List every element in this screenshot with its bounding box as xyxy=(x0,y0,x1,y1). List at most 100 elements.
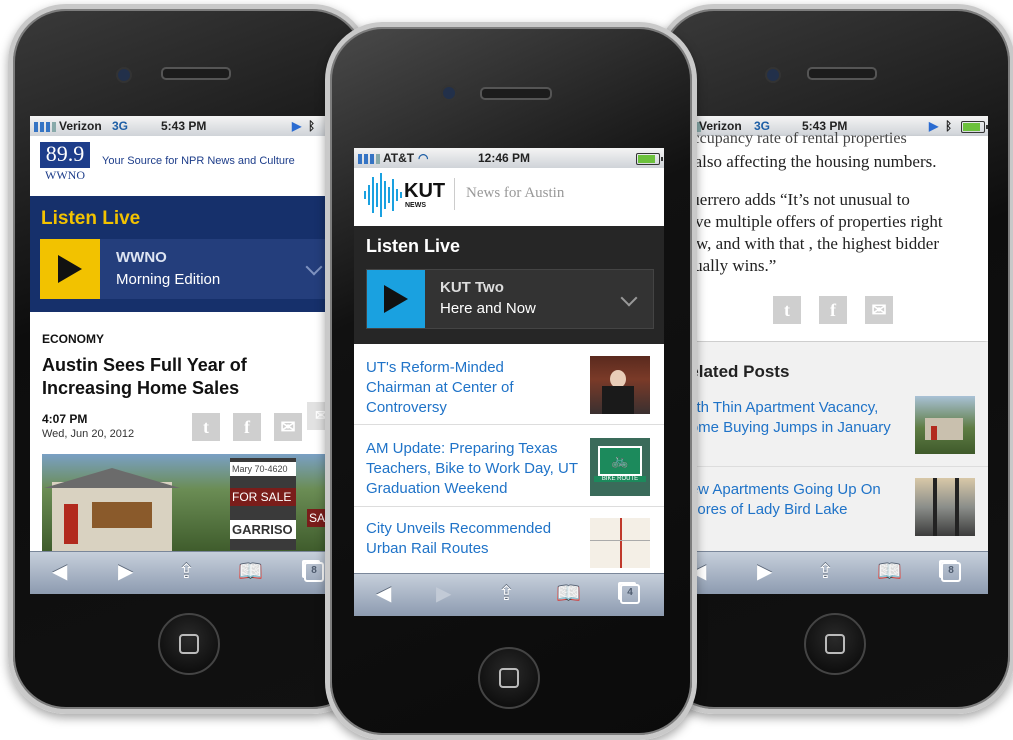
mail-icon[interactable]: ✉ xyxy=(274,413,302,441)
station-name: KUT Two xyxy=(440,279,504,296)
bike-sign: 🚲 xyxy=(598,446,642,476)
logo-callsign: WWNO xyxy=(40,168,90,182)
bookmarks-icon[interactable]: 📖 xyxy=(877,561,902,583)
sign-phone: Mary 70-4620 xyxy=(230,462,296,476)
browser-toolbar: ◀ ▶ ⇪ 📖 4 xyxy=(354,573,664,616)
home-button[interactable] xyxy=(804,613,866,675)
article-body: Occupancy rate of rental properties is a… xyxy=(683,130,988,341)
house-window xyxy=(92,502,152,528)
story-link-3[interactable]: City Unveils Recommended Urban Rail Rout… xyxy=(366,519,576,559)
home-button[interactable] xyxy=(478,647,540,709)
wwno-logo[interactable]: 89.9 WWNO xyxy=(40,142,90,182)
article-line-2: Guerrero adds “It’s not unusual to xyxy=(683,190,910,209)
related-separator xyxy=(683,466,988,467)
kut-logo-text[interactable]: KUT xyxy=(404,180,445,203)
map-line xyxy=(620,518,622,568)
speaker xyxy=(807,67,877,80)
forward-icon[interactable]: ▶ xyxy=(118,561,133,583)
article-line-1: is also affecting the housing numbers. xyxy=(683,152,937,171)
logo-frequency: 89.9 xyxy=(45,141,85,166)
location-icon: ▶ xyxy=(292,119,302,133)
related-heading: Related Posts xyxy=(683,362,790,381)
chevron-down-icon[interactable] xyxy=(620,289,638,307)
twitter-icon[interactable]: t xyxy=(192,413,220,441)
home-button[interactable] xyxy=(158,613,220,675)
story-thumb-3 xyxy=(590,518,650,568)
facebook-icon[interactable]: f xyxy=(233,413,261,441)
station-name: WWNO xyxy=(116,249,167,266)
story-list: UT's Reform-Minded Chairman at Center of… xyxy=(354,344,664,574)
player-row[interactable]: KUT Two Here and Now xyxy=(366,269,654,329)
site-header: 89.9 WWNO Your Source for NPR News and C… xyxy=(30,136,340,192)
bike-route-text: BIKE ROUTE xyxy=(594,476,646,482)
time-label: 5:43 PM xyxy=(161,119,207,133)
listen-live-panel: Listen Live KUT Two Here and Now xyxy=(354,226,664,344)
status-bar: Verizon 3G 5:43 PM ▶ ᛒ xyxy=(30,116,340,136)
play-icon xyxy=(384,285,408,313)
article-line-4: now, and with that , the highest bidder xyxy=(683,234,939,253)
site-header: KUT NEWS News for Austin xyxy=(354,168,664,222)
program-name: Here and Now xyxy=(440,300,536,317)
tabs-count: 4 xyxy=(627,587,633,598)
pages-icon[interactable]: 8 xyxy=(304,562,324,582)
article-line-3: have multiple offers of properties right xyxy=(683,212,943,231)
speaker xyxy=(161,67,231,80)
related-thumb-2 xyxy=(915,478,975,536)
article-time: 4:07 PM xyxy=(42,412,88,426)
back-icon[interactable]: ◀ xyxy=(52,561,67,583)
sign-for-sale: FOR SALE xyxy=(230,488,296,506)
share-icon[interactable]: ⇪ xyxy=(498,583,515,605)
article-top-line: Occupancy rate of rental properties xyxy=(683,130,907,147)
back-icon[interactable]: ◀ xyxy=(376,583,391,605)
share-icon[interactable]: ⇪ xyxy=(817,561,834,583)
sign-garrison: GARRISO xyxy=(230,520,296,539)
story-link-1[interactable]: UT's Reform-Minded Chairman at Center of… xyxy=(366,358,566,418)
thumb-door xyxy=(931,426,937,440)
thumb-window-frame-2 xyxy=(955,478,959,536)
story-link-2[interactable]: AM Update: Preparing Texas Teachers, Bik… xyxy=(366,439,581,499)
site-tagline: News for Austin xyxy=(466,185,565,201)
player-row[interactable]: WWNO Morning Edition xyxy=(40,239,340,299)
sale-sign: Mary 70-4620 FOR SALE GARRISO xyxy=(230,458,296,550)
right-phone: Verizon 3G 5:43 PM ▶ ᛒ Occupancy rate of… xyxy=(656,4,1013,714)
listen-live-panel: Listen Live WWNO Morning Edition xyxy=(30,196,340,312)
house-roof xyxy=(44,468,180,488)
signal-icon xyxy=(358,154,380,164)
bookmarks-icon[interactable]: 📖 xyxy=(556,583,581,605)
article-photo: Mary 70-4620 FOR SALE GARRISO SAL xyxy=(42,454,340,554)
center-phone: AT&T ◠ 12:46 PM KUT NEWS News for Austin… xyxy=(325,22,697,740)
bluetooth-icon: ᛒ xyxy=(945,119,953,133)
article-category: ECONOMY xyxy=(42,332,105,346)
related-thumb-1 xyxy=(915,396,975,454)
left-phone: Verizon 3G 5:43 PM ▶ ᛒ 89.9 WWNO Your So… xyxy=(8,4,370,714)
play-button[interactable] xyxy=(367,270,425,328)
camera xyxy=(116,67,132,83)
pages-icon[interactable]: 8 xyxy=(941,562,961,582)
chevron-down-icon[interactable] xyxy=(305,258,323,276)
forward-icon[interactable]: ▶ xyxy=(436,583,451,605)
right-screen: Verizon 3G 5:43 PM ▶ ᛒ Occupancy rate of… xyxy=(683,116,988,594)
location-icon: ▶ xyxy=(929,119,939,133)
facebook-icon[interactable]: f xyxy=(819,296,847,324)
share-icon[interactable]: ⇪ xyxy=(178,561,195,583)
article-headline: Austin Sees Full Year of Increasing Home… xyxy=(42,355,247,398)
play-button[interactable] xyxy=(40,239,100,299)
time-label: 12:46 PM xyxy=(478,151,531,165)
browser-toolbar: ◀ ▶ ⇪ 📖 8 xyxy=(683,551,988,594)
forward-icon[interactable]: ▶ xyxy=(757,561,772,583)
listen-live-heading: Listen Live xyxy=(41,208,141,229)
story-separator xyxy=(354,506,664,507)
listen-live-heading: Listen Live xyxy=(366,236,461,256)
program-name: Morning Edition xyxy=(116,271,221,288)
battery-icon xyxy=(636,153,663,165)
related-link-2[interactable]: New Apartments Going Up On Shores of Lad… xyxy=(683,480,899,520)
related-section: Related Posts With Thin Apartment Vacanc… xyxy=(683,342,988,552)
pages-icon[interactable]: 4 xyxy=(620,584,640,604)
bookmarks-icon[interactable]: 📖 xyxy=(238,561,263,583)
related-link-1[interactable]: With Thin Apartment Vacancy, Home Buying… xyxy=(683,398,899,438)
twitter-icon[interactable]: t xyxy=(773,296,801,324)
carrier-label: AT&T xyxy=(383,151,415,165)
status-bar: AT&T ◠ 12:46 PM xyxy=(354,148,664,168)
browser-toolbar: ◀ ▶ ⇪ 📖 8 xyxy=(30,551,340,594)
mail-icon[interactable]: ✉ xyxy=(865,296,893,324)
